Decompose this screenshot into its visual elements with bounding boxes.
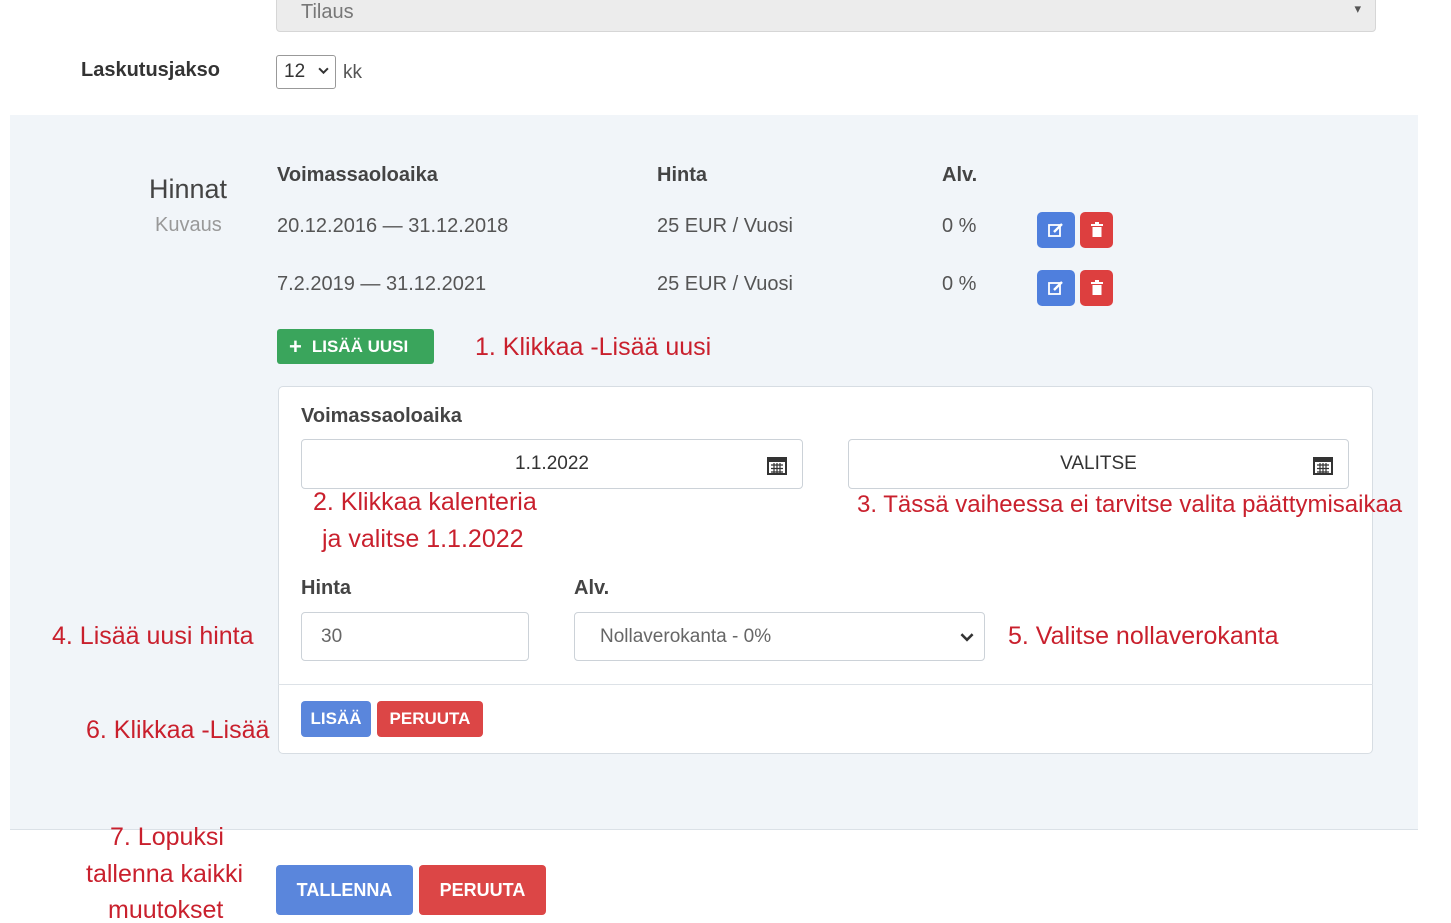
form-cancel-button[interactable]: PERUUTA [377, 701, 483, 737]
chevron-down-icon [318, 67, 329, 75]
delete-button[interactable] [1080, 212, 1113, 248]
annotation-step-5: 5. Valitse nollaverokanta [1008, 622, 1279, 650]
end-date-input[interactable]: VALITSE [848, 439, 1349, 489]
form-vat-label: Alv. [574, 577, 610, 599]
vat-select-value: Nollaverokanta - 0% [600, 626, 772, 647]
annotation-step-3: 3. Tässä vaiheessa ei tarvitse valita pä… [857, 491, 1403, 518]
annotation-step-7-line-3: muutokset [108, 896, 224, 923]
trash-icon [1090, 280, 1103, 295]
subscription-select-value: Tilaus [301, 1, 354, 23]
form-validity-label: Voimassaoloaika [301, 405, 462, 427]
price-row-price: 25 EUR / Vuosi [657, 273, 793, 295]
form-price-label: Hinta [301, 577, 351, 599]
annotation-step-1: 1. Klikkaa -Lisää uusi [475, 333, 712, 361]
vat-select[interactable]: Nollaverokanta - 0% [574, 612, 985, 661]
annotation-step-2-line-2: ja valitse 1.1.2022 [322, 525, 524, 553]
edit-icon [1048, 223, 1063, 237]
edit-button[interactable] [1037, 212, 1075, 248]
billing-period-value: 12 [284, 61, 306, 82]
start-date-input[interactable]: 1.1.2022 [301, 439, 803, 489]
form-add-button[interactable]: LISÄÄ [301, 701, 371, 737]
price-input-value: 30 [321, 626, 343, 647]
trash-icon [1090, 222, 1103, 237]
annotation-step-7-line-2: tallenna kaikki [86, 860, 244, 888]
price-row-validity: 20.12.2016 — 31.12.2018 [277, 215, 509, 237]
end-date-placeholder: VALITSE [1060, 453, 1137, 474]
price-row-price: 25 EUR / Vuosi [657, 215, 793, 237]
column-header-vat: Alv. [942, 164, 978, 186]
calendar-icon[interactable] [767, 455, 787, 475]
annotation-step-4: 4. Lisää uusi hinta [52, 622, 254, 650]
calendar-icon[interactable] [1313, 455, 1333, 475]
add-new-price-label: LISÄÄ UUSI [311, 336, 409, 356]
subscription-select[interactable]: Tilaus ▾ [276, 0, 1376, 32]
delete-button[interactable] [1080, 270, 1113, 306]
column-header-price: Hinta [657, 164, 707, 186]
column-header-validity: Voimassaoloaika [277, 164, 438, 186]
chevron-down-icon: ▾ [1354, 1, 1361, 16]
prices-subtitle: Kuvaus [155, 214, 222, 236]
billing-period-unit: kk [343, 62, 362, 83]
prices-title: Hinnat [149, 174, 228, 204]
annotation-step-7-line-1: 7. Lopuksi [110, 823, 224, 851]
price-row-validity: 7.2.2019 — 31.12.2021 [277, 273, 487, 295]
save-button[interactable]: TALLENNA [276, 865, 413, 915]
add-new-price-button[interactable]: + LISÄÄ UUSI [277, 329, 434, 364]
billing-period-select[interactable]: 12 [276, 55, 336, 89]
chevron-down-icon [960, 633, 974, 642]
annotation-step-6: 6. Klikkaa -Lisää [86, 716, 270, 744]
cancel-button[interactable]: PERUUTA [419, 865, 546, 915]
price-row-vat: 0 % [942, 273, 977, 295]
edit-button[interactable] [1037, 270, 1075, 306]
price-input[interactable]: 30 [301, 612, 529, 661]
plus-icon: + [289, 333, 302, 359]
price-row-vat: 0 % [942, 215, 977, 237]
annotation-step-2-line-1: 2. Klikkaa kalenteria [313, 488, 537, 516]
start-date-value: 1.1.2022 [515, 453, 589, 474]
edit-icon [1048, 281, 1063, 295]
billing-period-label: Laskutusjakso [81, 59, 220, 81]
form-divider [278, 684, 1373, 685]
